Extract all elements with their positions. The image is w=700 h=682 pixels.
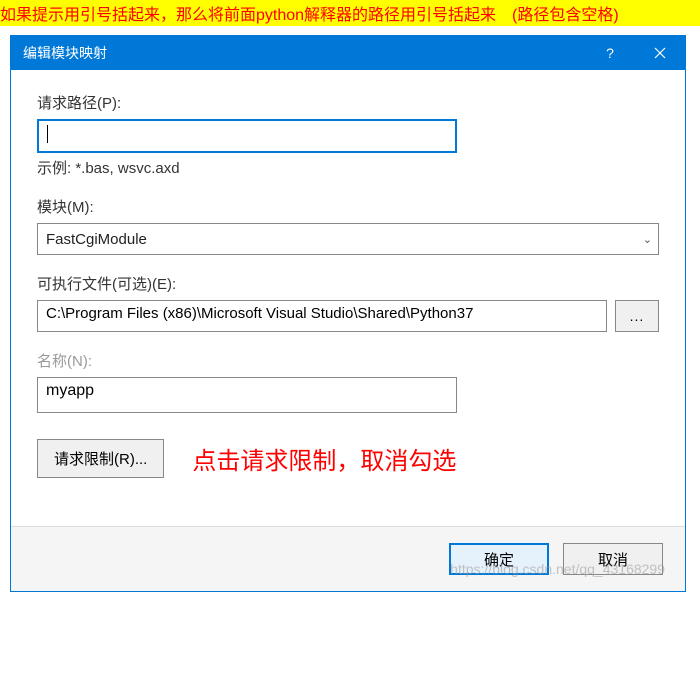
titlebar: 编辑模块映射 ? <box>11 36 685 70</box>
path-label: 请求路径(P): <box>37 92 659 113</box>
chevron-down-icon: ⌄ <box>643 233 652 246</box>
module-value: FastCgiModule <box>46 231 147 248</box>
executable-label: 可执行文件(可选)(E): <box>37 273 659 294</box>
module-label: 模块(M): <box>37 196 659 217</box>
restrict-row: 请求限制(R)... 点击请求限制，取消勾选 <box>37 439 659 478</box>
path-field-group: 请求路径(P): 示例: *.bas, wsvc.axd <box>37 92 659 178</box>
cancel-button[interactable]: 取消 <box>563 543 663 575</box>
dialog-title: 编辑模块映射 <box>23 43 585 63</box>
dialog-body: 请求路径(P): 示例: *.bas, wsvc.axd 模块(M): Fast… <box>11 70 685 526</box>
name-input[interactable]: myapp <box>37 377 457 413</box>
request-restrict-button[interactable]: 请求限制(R)... <box>37 439 164 478</box>
module-select[interactable]: FastCgiModule ⌄ <box>37 223 659 255</box>
help-button[interactable]: ? <box>585 36 635 70</box>
top-annotation: 如果提示用引号括起来，那么将前面python解释器的路径用引号括起来 (路径包含… <box>0 0 700 26</box>
ok-button[interactable]: 确定 <box>449 543 549 575</box>
edit-module-mapping-dialog: 编辑模块映射 ? 请求路径(P): 示例: *.bas, wsvc.axd 模块… <box>10 35 686 592</box>
help-icon: ? <box>606 45 614 61</box>
name-label: 名称(N): <box>37 350 659 371</box>
module-field-group: 模块(M): FastCgiModule ⌄ <box>37 196 659 255</box>
dialog-footer: 确定 取消 <box>11 526 685 591</box>
path-input[interactable] <box>37 119 457 153</box>
name-field-group: 名称(N): myapp <box>37 350 659 413</box>
browse-button[interactable]: ... <box>615 300 659 332</box>
close-button[interactable] <box>635 36 685 70</box>
close-icon <box>654 47 666 59</box>
instruction-note: 点击请求限制，取消勾选 <box>192 441 456 476</box>
path-example: 示例: *.bas, wsvc.axd <box>37 157 659 178</box>
executable-field-group: 可执行文件(可选)(E): C:\Program Files (x86)\Mic… <box>37 273 659 332</box>
executable-input[interactable]: C:\Program Files (x86)\Microsoft Visual … <box>37 300 607 332</box>
